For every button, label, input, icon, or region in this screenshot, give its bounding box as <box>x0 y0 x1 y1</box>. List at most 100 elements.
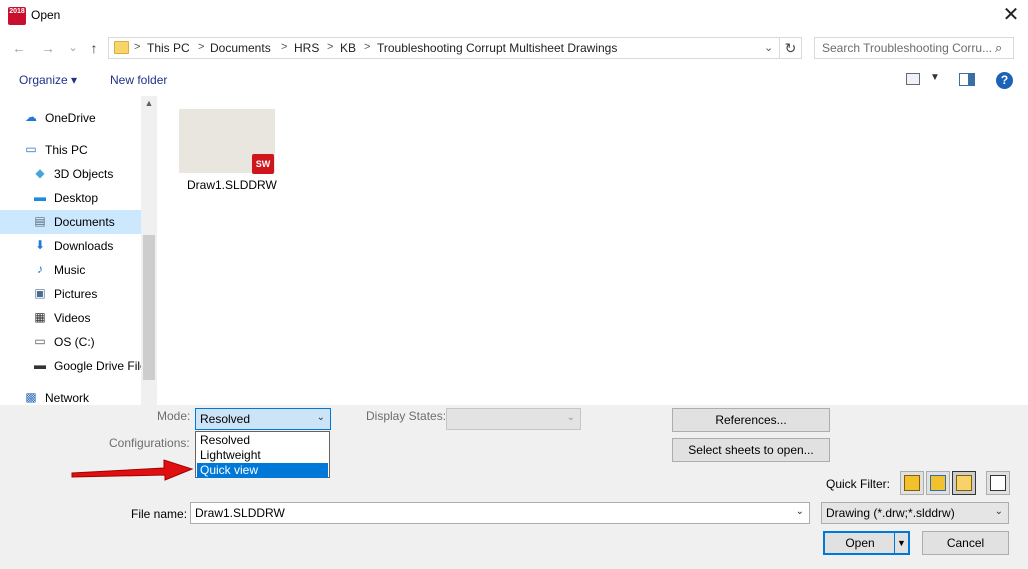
drive-icon: ▭ <box>34 334 46 348</box>
file-name-label: File name: <box>131 507 188 521</box>
search-icon: ⌕ <box>995 40 1003 55</box>
sidebar-item-os-c[interactable]: ▭ OS (C:) <box>0 330 141 354</box>
chevron-down-icon: ⌄ <box>994 506 1003 517</box>
address-bar[interactable]: > This PC > Documents > HRS > KB > Troub… <box>108 37 780 59</box>
solidworks-app-icon: 2018 <box>8 7 26 25</box>
sidebar-item-pictures[interactable]: ▣ Pictures <box>0 282 141 306</box>
sidebar-item-this-pc[interactable]: ▭ This PC <box>0 138 141 162</box>
new-folder-button[interactable]: New folder <box>110 73 167 87</box>
scroll-up-arrow-icon[interactable]: ▲ <box>141 98 157 112</box>
file-name-label[interactable]: Draw1.SLDDRW <box>187 178 277 192</box>
download-icon: ⬇ <box>34 238 46 252</box>
preview-pane-icon[interactable] <box>959 73 975 86</box>
sidebar-item-music[interactable]: ♪ Music <box>0 258 141 282</box>
sidebar-item-onedrive[interactable]: ☁ OneDrive <box>0 106 141 130</box>
mode-selected-value: Resolved <box>200 412 251 426</box>
filter-assemblies-button[interactable] <box>926 471 950 495</box>
sidebar-item-3d-objects[interactable]: ◆ 3D Objects <box>0 162 141 186</box>
file-name-value: Draw1.SLDDRW <box>195 506 285 520</box>
file-name-input[interactable]: Draw1.SLDDRW ⌄ <box>190 502 810 524</box>
breadcrumb-separator: > <box>134 41 141 53</box>
breadcrumb-current-folder[interactable]: Troubleshooting Corrupt Multisheet Drawi… <box>377 41 617 55</box>
close-icon[interactable]: ✕ <box>996 2 1026 30</box>
filter-parts-button[interactable] <box>900 471 924 495</box>
mode-label: Mode: <box>157 409 191 423</box>
drive-icon: ▬ <box>34 358 46 372</box>
sidebar-item-desktop[interactable]: ▬ Desktop <box>0 186 141 210</box>
window-title: Open <box>31 8 61 22</box>
red-annotation-arrow-icon <box>71 459 194 481</box>
refresh-icon[interactable]: ↻ <box>780 37 802 59</box>
filter-drawings-button[interactable] <box>952 471 976 495</box>
assembly-icon <box>930 475 946 491</box>
sidebar-item-label: Network <box>45 391 90 405</box>
mode-option-lightweight[interactable]: Lightweight <box>197 448 328 463</box>
forward-arrow-icon[interactable]: → <box>37 37 59 59</box>
breadcrumb-separator: > <box>364 41 371 53</box>
file-type-value: Drawing (*.drw;*.slddrw) <box>826 506 955 520</box>
open-button-label: Open <box>845 536 875 550</box>
address-history-chevron-icon[interactable]: ⌄ <box>764 41 773 54</box>
breadcrumb-separator: > <box>327 41 334 53</box>
part-icon <box>904 475 920 491</box>
breadcrumb-this-pc[interactable]: This PC <box>147 41 190 55</box>
cancel-button[interactable]: Cancel <box>922 531 1009 555</box>
file-list-area[interactable] <box>157 96 1028 405</box>
help-icon[interactable]: ? <box>996 72 1013 89</box>
open-button[interactable]: Open ▼ <box>823 531 910 555</box>
configurations-label: Configurations: <box>109 436 190 450</box>
breadcrumb-hrs[interactable]: HRS <box>294 41 319 55</box>
desktop-icon: ▬ <box>34 190 46 204</box>
open-options-chevron-icon[interactable]: ▼ <box>894 533 908 553</box>
mode-option-quick-view[interactable]: Quick view <box>197 463 328 478</box>
mode-select[interactable]: Resolved ⌄ <box>195 408 331 430</box>
breadcrumb-separator: > <box>198 41 205 53</box>
nav-scrollbar-thumb[interactable] <box>143 235 155 380</box>
title-bar: 2018 Open ✕ <box>0 0 1028 32</box>
up-arrow-icon[interactable]: ↑ <box>83 37 105 59</box>
sidebar-item-label: OneDrive <box>45 111 96 125</box>
quick-filter-label: Quick Filter: <box>826 477 891 491</box>
sidebar-item-label: OS (C:) <box>54 335 95 349</box>
display-states-select[interactable]: ⌄ <box>446 408 581 430</box>
folder-icon <box>114 41 129 54</box>
breadcrumb-separator: > <box>281 41 288 53</box>
change-view-icon[interactable] <box>906 73 920 85</box>
breadcrumb-kb[interactable]: KB <box>340 41 356 55</box>
mode-dropdown-list: Resolved Lightweight Quick view <box>195 431 330 478</box>
recent-locations-chevron-icon[interactable]: ⌄ <box>62 37 84 59</box>
select-sheets-button[interactable]: Select sheets to open... <box>672 438 830 462</box>
sidebar-item-label: Google Drive File <box>54 359 147 373</box>
chevron-down-icon: ⌄ <box>316 412 325 423</box>
file-type-select[interactable]: Drawing (*.drw;*.slddrw) ⌄ <box>821 502 1009 524</box>
sidebar-item-label: Documents <box>54 215 115 229</box>
chevron-down-icon: ⌄ <box>566 412 575 423</box>
sidebar-item-downloads[interactable]: ⬇ Downloads <box>0 234 141 258</box>
chevron-down-icon[interactable]: ⌄ <box>796 506 804 517</box>
sidebar-item-videos[interactable]: ▦ Videos <box>0 306 141 330</box>
solidworks-file-icon: SW <box>252 154 274 174</box>
sidebar-item-documents[interactable]: ▤ Documents <box>0 210 141 234</box>
drawing-icon <box>956 475 972 491</box>
search-placeholder: Search Troubleshooting Corru... <box>822 41 993 55</box>
display-states-label: Display States: <box>366 409 447 423</box>
mode-option-resolved[interactable]: Resolved <box>197 433 328 448</box>
sidebar-item-label: This PC <box>45 143 88 157</box>
video-icon: ▦ <box>34 310 46 324</box>
sidebar-item-label: Downloads <box>54 239 114 253</box>
computer-icon: ▭ <box>25 142 37 156</box>
cube-icon: ◆ <box>35 166 45 180</box>
back-arrow-icon[interactable]: ← <box>8 37 30 59</box>
breadcrumb-documents[interactable]: Documents <box>210 41 271 55</box>
sidebar-item-google-drive-file[interactable]: ▬ Google Drive File <box>0 354 147 378</box>
document-icon: ▤ <box>34 214 46 228</box>
filter-top-level-assemblies-button[interactable] <box>986 471 1010 495</box>
tree-icon <box>990 475 1006 491</box>
view-options-chevron-icon[interactable]: ▼ <box>930 72 940 83</box>
command-toolbar: Organize ▾ New folder ▼ ? <box>0 66 1028 96</box>
sidebar-item-label: Videos <box>54 311 91 325</box>
references-button[interactable]: References... <box>672 408 830 432</box>
pictures-icon: ▣ <box>34 286 46 300</box>
organize-button[interactable]: Organize ▾ <box>19 73 77 87</box>
search-input[interactable]: Search Troubleshooting Corru... ⌕ <box>814 37 1014 59</box>
